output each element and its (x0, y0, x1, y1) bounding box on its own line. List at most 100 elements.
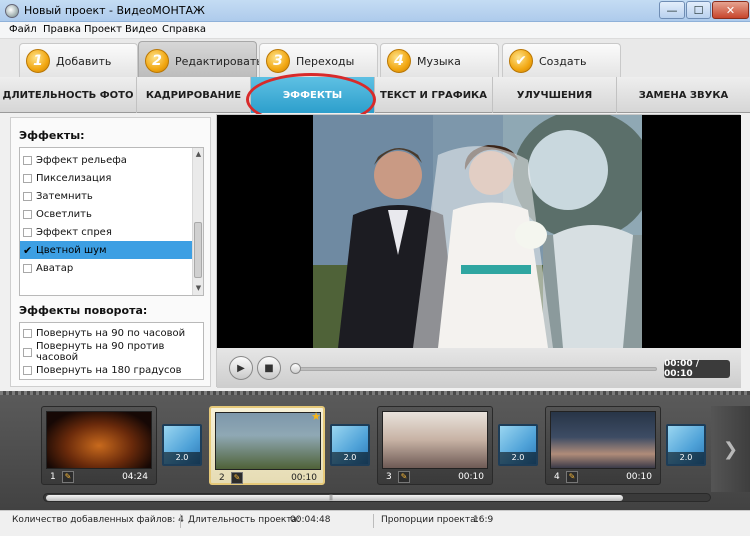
ratio-label: Пропорции проекта: (381, 515, 479, 525)
subtab-photo-duration[interactable]: ДЛИТЕЛЬНОСТЬ ФОТО (0, 77, 137, 113)
tab-label: Создать (539, 55, 587, 68)
app-icon (5, 4, 19, 18)
menu-edit[interactable]: Правка (43, 24, 81, 35)
rotate-90-cw[interactable]: Повернуть на 90 по часовой (20, 324, 203, 342)
menu-project[interactable]: Проект (84, 24, 122, 35)
transition-duration: 2.0 (332, 452, 368, 464)
effect-item-lighten[interactable]: Осветлить (20, 205, 192, 223)
rotation-list: Повернуть на 90 по часовой Повернуть на … (19, 322, 204, 380)
clip-duration: 00:10 (291, 473, 317, 483)
tab-music[interactable]: 4 Музыка (380, 43, 499, 77)
tab-edit[interactable]: 2 Редактировать (138, 41, 263, 77)
step-number-icon: 3 (266, 49, 290, 73)
subtab-enhancements[interactable]: УЛУЧШЕНИЯ (493, 77, 617, 113)
rotate-90-ccw[interactable]: Повернуть на 90 против часовой (20, 341, 203, 363)
subtab-replace-sound[interactable]: ЗАМЕНА ЗВУКА (617, 77, 750, 113)
tab-label: Добавить (56, 55, 112, 68)
close-button[interactable]: ✕ (712, 1, 749, 19)
checkbox[interactable] (23, 328, 32, 338)
rotation-title: Эффекты поворота: (19, 304, 148, 317)
seek-bar[interactable] (294, 367, 657, 371)
checkbox[interactable] (23, 263, 32, 273)
video-preview[interactable] (217, 115, 741, 348)
seek-handle[interactable] (290, 363, 301, 374)
clip-thumbnail (215, 412, 321, 470)
menu-file[interactable]: Файл (9, 24, 37, 35)
transition-thumbnail[interactable]: 2.0 (498, 424, 538, 466)
checkbox[interactable] (23, 347, 32, 357)
edit-pencil-icon[interactable]: ✎ (231, 472, 243, 484)
player-controls: ▶ ■ 00:00 / 00:10 (217, 348, 741, 388)
clip-duration: 04:24 (122, 472, 148, 482)
tab-label: Музыка (417, 55, 461, 68)
step-number-icon: 4 (387, 49, 411, 73)
checkbox[interactable] (23, 191, 32, 201)
stop-icon[interactable]: ■ (257, 356, 281, 380)
preview-panel: ▶ ■ 00:00 / 00:10 (216, 114, 741, 388)
timeline-scroll-thumb[interactable] (46, 495, 623, 501)
scroll-down-icon[interactable]: ▼ (193, 283, 203, 294)
tab-transitions[interactable]: 3 Переходы (259, 43, 378, 77)
check-icon[interactable]: ✔ (23, 245, 32, 256)
preview-photo (313, 115, 642, 348)
timeline-clip[interactable]: 4 ✎ 00:10 (545, 406, 661, 485)
scroll-thumb[interactable] (194, 222, 202, 278)
timeline-clip[interactable]: 3 ✎ 00:10 (377, 406, 493, 485)
transition-thumbnail[interactable]: 2.0 (666, 424, 706, 466)
effect-item-avatar[interactable]: Аватар (20, 259, 192, 277)
checkbox[interactable] (23, 155, 32, 165)
minimize-button[interactable]: — (659, 1, 685, 19)
subtab-crop[interactable]: КАДРИРОВАНИЕ (137, 77, 251, 113)
tab-create[interactable]: ✔ Создать (502, 43, 621, 77)
transition-duration: 2.0 (500, 452, 536, 464)
scroll-up-icon[interactable]: ▲ (193, 149, 203, 160)
effect-item-pixelate[interactable]: Пикселизация (20, 169, 192, 187)
divider (373, 514, 374, 528)
maximize-button[interactable]: ☐ (686, 1, 711, 19)
timeline-next-icon[interactable]: ❯ (711, 406, 750, 492)
edit-pencil-icon[interactable]: ✎ (398, 471, 410, 483)
duration-label: Длительность проекта: (188, 515, 301, 525)
edit-pencil-icon[interactable]: ✎ (566, 471, 578, 483)
clip-footer: 1 ✎ 04:24 (46, 471, 152, 483)
menu-video[interactable]: Видео (125, 24, 158, 35)
timeline-scrollbar[interactable]: ||| (43, 493, 711, 502)
transition-duration: 2.0 (668, 452, 704, 464)
transition-duration: 2.0 (164, 452, 200, 464)
checkbox[interactable] (23, 227, 32, 237)
timeline-clip[interactable]: 1 ✎ 04:24 (41, 406, 157, 485)
time-display: 00:00 / 00:10 (664, 359, 730, 379)
clip-thumbnail (550, 411, 656, 469)
checkmark-icon: ✔ (509, 49, 533, 73)
subtab-text-graphics[interactable]: ТЕКСТ И ГРАФИКА (375, 77, 493, 113)
window-title: Новый проект - ВидеоМОНТАЖ (24, 4, 205, 17)
transition-thumbnail[interactable]: 2.0 (162, 424, 202, 466)
tab-add[interactable]: 1 Добавить (19, 43, 138, 77)
checkbox[interactable] (23, 365, 32, 375)
status-bar: Количество добавленных файлов: 4 Длитель… (0, 510, 750, 536)
effect-item-spray[interactable]: Эффект спрея (20, 223, 192, 241)
menu-help[interactable]: Справка (162, 24, 206, 35)
checkbox[interactable] (23, 173, 32, 183)
tab-label: Редактировать (175, 55, 263, 68)
edit-pencil-icon[interactable]: ✎ (62, 471, 74, 483)
clip-number: 2 (219, 473, 225, 483)
duration-value: 00:04:48 (290, 515, 331, 525)
wedding-photo-image (313, 115, 642, 348)
transition-thumbnail[interactable]: 2.0 (330, 424, 370, 466)
rotate-180[interactable]: Повернуть на 180 градусов (20, 361, 203, 379)
checkbox[interactable] (23, 209, 32, 219)
clip-footer: 2 ✎ 00:10 (215, 472, 321, 484)
timeline-clip-selected[interactable]: ★ 2 ✎ 00:10 (209, 406, 325, 485)
effect-item-darken[interactable]: Затемнить (20, 187, 192, 205)
star-icon: ★ (311, 410, 321, 423)
effect-item-color-noise[interactable]: ✔ Цветной шум (20, 241, 192, 259)
divider (180, 514, 181, 528)
clip-number: 3 (386, 472, 392, 482)
clip-number: 4 (554, 472, 560, 482)
play-icon[interactable]: ▶ (229, 356, 253, 380)
step-number-icon: 1 (26, 49, 50, 73)
effect-item-relief[interactable]: Эффект рельефа (20, 151, 192, 169)
effects-scrollbar[interactable]: ▲ ▼ (192, 148, 203, 295)
clip-thumbnail (46, 411, 152, 469)
